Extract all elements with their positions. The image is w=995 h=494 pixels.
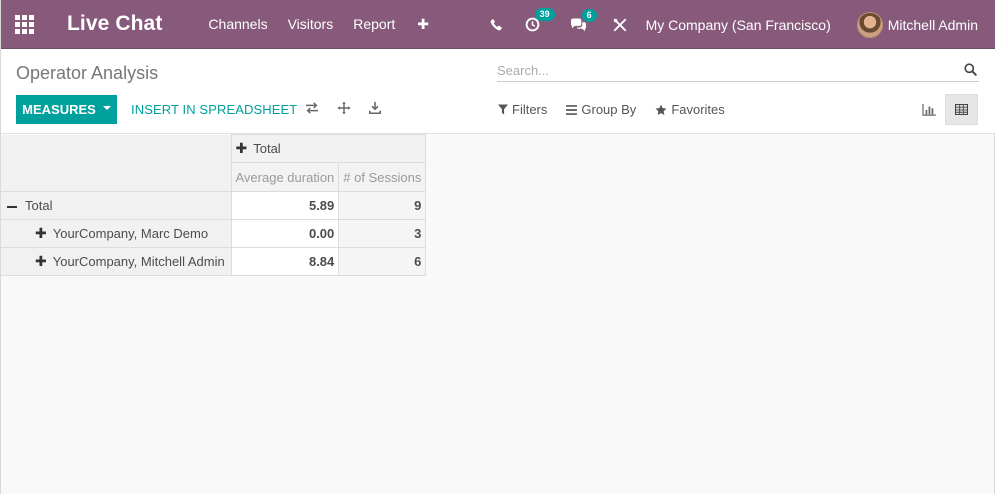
page-title: Operator Analysis	[16, 63, 159, 83]
app-frame: Live Chat Channels Visitors Report ✚ 39	[0, 0, 995, 494]
pivot-row-header-total[interactable]: Total	[1, 191, 232, 220]
pivot-view-button[interactable]	[945, 94, 978, 125]
groupby-dropdown[interactable]: Group By	[566, 102, 636, 117]
filters-label: Filters	[512, 102, 548, 117]
graph-view-button[interactable]	[912, 94, 945, 125]
expand-all-button[interactable]	[337, 101, 351, 118]
menu-item-channels[interactable]: Channels	[208, 16, 267, 33]
search-input[interactable]	[497, 63, 979, 78]
phone-icon	[490, 18, 502, 31]
activity-count-badge: 39	[534, 8, 555, 21]
pivot-cell[interactable]: 3	[338, 219, 427, 248]
pivot-cell[interactable]: 9	[338, 191, 427, 220]
flip-axis-icon	[305, 102, 319, 114]
table-icon	[955, 104, 968, 115]
apps-grid-icon	[14, 14, 34, 34]
pivot-table: ✚ Total Average duration # of Sessions To…	[1, 134, 427, 276]
menu-item-report[interactable]: Report	[353, 16, 395, 33]
pivot-row-header[interactable]: ✚ YourCompany, Marc Demo	[1, 219, 232, 248]
user-avatar	[856, 11, 883, 38]
measure-header-avg-duration[interactable]: Average duration	[230, 162, 340, 192]
list-icon	[566, 104, 578, 115]
app-title[interactable]: Live Chat	[67, 12, 162, 36]
download-button[interactable]	[368, 101, 382, 118]
phone-button[interactable]	[490, 18, 503, 31]
plus-icon: ✚	[35, 225, 47, 241]
star-icon	[655, 104, 667, 115]
row-header-label: Total	[25, 198, 53, 213]
app-switcher-button[interactable]	[1, 0, 47, 49]
plus-icon: ✚	[35, 253, 47, 269]
search-options: Filters Group By Favorites	[498, 102, 744, 117]
menu-item-visitors[interactable]: Visitors	[288, 16, 334, 33]
search-icon[interactable]	[964, 63, 977, 76]
favorites-dropdown[interactable]: Favorites	[655, 102, 725, 117]
pivot-col-header-total[interactable]: ✚ Total	[230, 134, 427, 163]
download-icon	[368, 101, 382, 115]
pivot-row-header[interactable]: ✚ YourCompany, Mitchell Admin	[1, 247, 232, 276]
company-switcher[interactable]: My Company (San Francisco)	[646, 17, 831, 33]
pivot-cell[interactable]: 0.00	[230, 219, 340, 248]
activities-button[interactable]: 39	[525, 8, 555, 32]
pivot-cell[interactable]: 6	[338, 247, 427, 276]
user-name: Mitchell Admin	[887, 16, 978, 33]
pivot-cell[interactable]: 5.89	[230, 191, 340, 220]
col-header-label: Total	[253, 141, 281, 156]
favorites-label: Favorites	[671, 102, 725, 117]
caret-down-icon	[102, 105, 111, 110]
tools-icon	[613, 18, 626, 31]
systray: 39 6 My Company (San Francisco) Mitchell…	[490, 0, 995, 49]
filter-icon	[498, 104, 508, 115]
minus-icon	[7, 205, 17, 208]
insert-spreadsheet-button[interactable]: INSERT IN SPREADSHEET	[131, 102, 297, 117]
view-switcher	[912, 94, 978, 125]
pivot-cell[interactable]: 8.84	[230, 247, 340, 276]
measures-button[interactable]: MEASURES	[16, 95, 117, 124]
measure-header-sessions[interactable]: # of Sessions	[338, 162, 427, 192]
plus-icon[interactable]: ✚	[417, 16, 429, 33]
user-menu[interactable]: Mitchell Admin	[856, 11, 978, 38]
filters-dropdown[interactable]: Filters	[498, 102, 547, 117]
groupby-label: Group By	[581, 102, 637, 117]
expand-all-icon	[337, 101, 351, 115]
main-menu: Channels Visitors Report ✚	[208, 16, 449, 33]
flip-axis-button[interactable]	[305, 101, 319, 118]
debug-tools-button[interactable]	[613, 18, 627, 32]
messages-button[interactable]: 6	[570, 8, 597, 32]
control-panel: Operator Analysis MEASURES INSERT IN SPR…	[1, 49, 995, 134]
measures-label: MEASURES	[22, 102, 96, 117]
search-bar	[497, 60, 979, 82]
plus-icon: ✚	[235, 140, 248, 156]
pivot-corner	[1, 134, 232, 192]
bar-chart-icon	[921, 103, 936, 116]
row-header-label: YourCompany, Marc Demo	[52, 226, 209, 241]
top-navbar: Live Chat Channels Visitors Report ✚ 39	[1, 0, 995, 49]
message-count-badge: 6	[581, 8, 597, 22]
row-header-label: YourCompany, Mitchell Admin	[52, 254, 225, 269]
